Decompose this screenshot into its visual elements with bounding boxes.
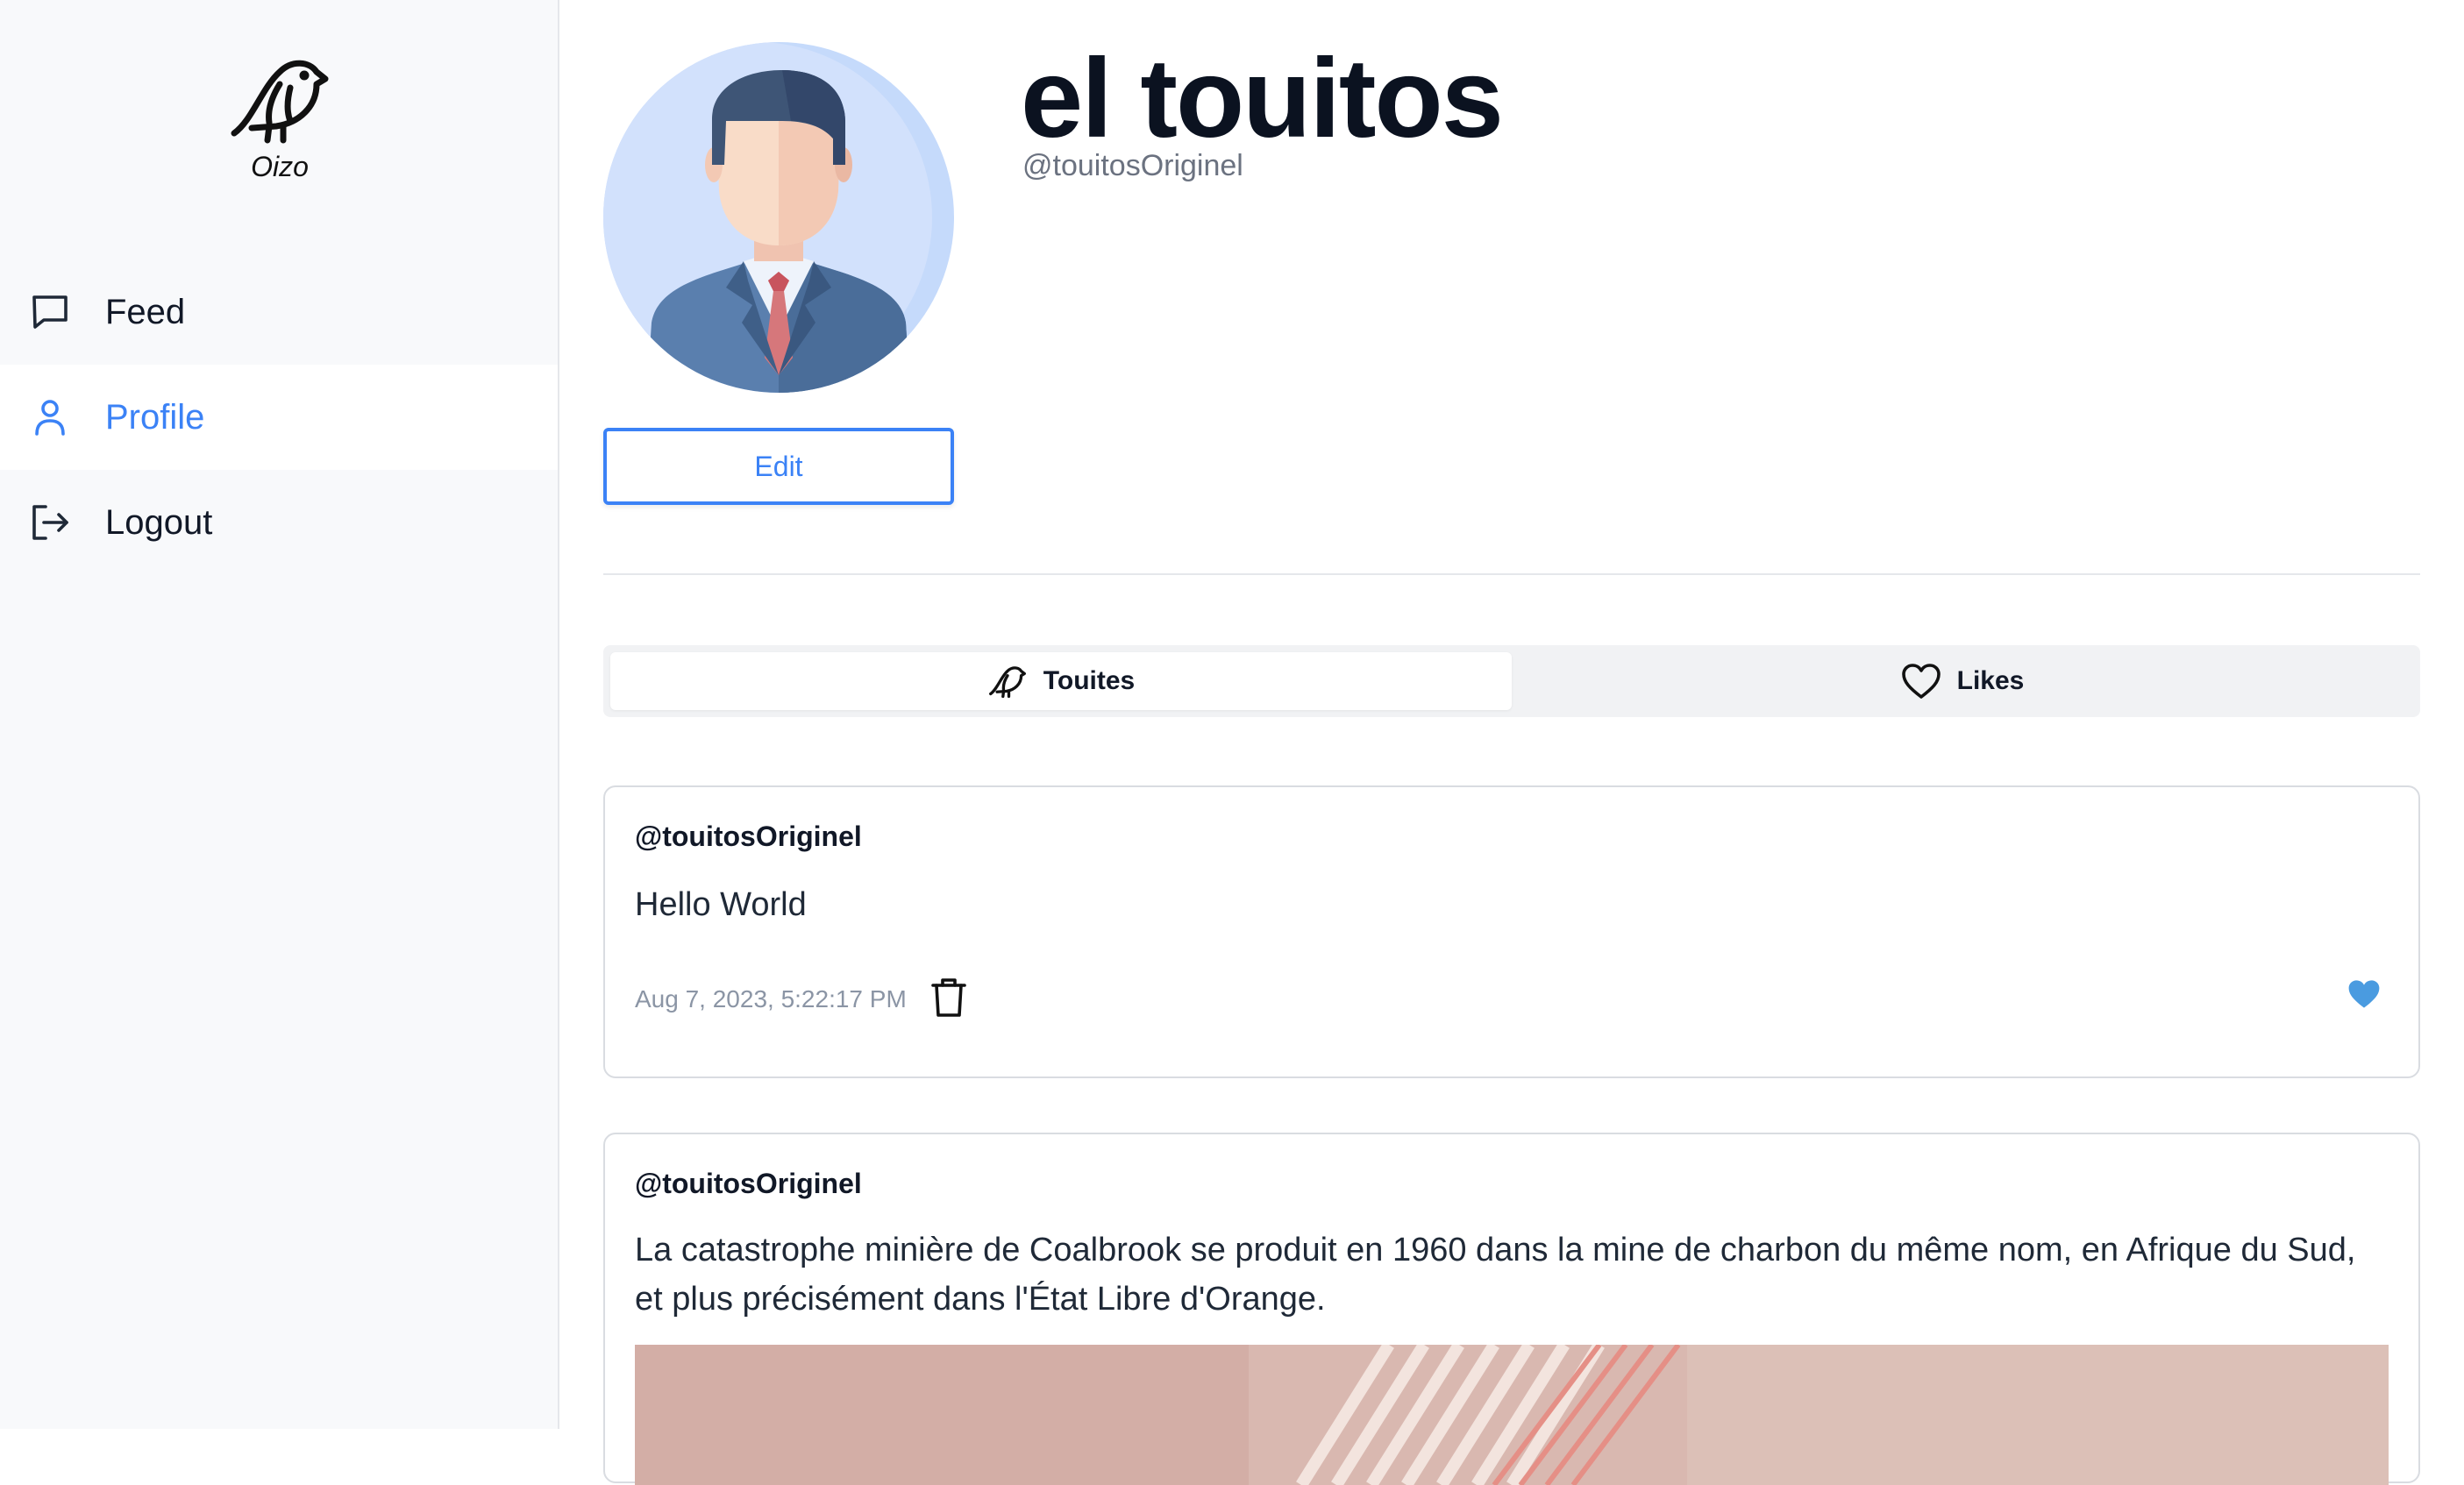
- sidebar-item-profile[interactable]: Profile: [0, 365, 558, 470]
- tab-label: Likes: [1956, 666, 2025, 695]
- post-timestamp: Aug 7, 2023, 5:22:17 PM: [635, 985, 907, 1012]
- avatar: [603, 42, 954, 393]
- sidebar-item-label: Profile: [105, 397, 205, 437]
- post-card: @touitosOriginel Hello World Aug 7, 2023…: [603, 785, 2420, 1078]
- post-image[interactable]: [635, 1345, 2389, 1485]
- bird-logo-icon: [231, 60, 329, 144]
- tab-label: Touites: [1043, 666, 1136, 695]
- sidebar-item-label: Logout: [105, 502, 213, 542]
- post-card: @touitosOriginel La catastrophe minière …: [603, 1133, 2420, 1485]
- sidebar-item-label: Feed: [105, 292, 186, 331]
- logo[interactable]: Oizo: [0, 53, 559, 183]
- sidebar: Oizo Feed Profile Logout: [0, 0, 559, 1429]
- profile-handle: @touitosOriginel: [1022, 149, 1243, 182]
- post-text: Hello World: [635, 886, 807, 923]
- bird-icon: [987, 664, 1028, 699]
- user-icon: [30, 397, 70, 437]
- tab-touites[interactable]: Touites: [610, 652, 1512, 710]
- tab-bar: Touites Likes: [603, 645, 2420, 717]
- liked-heart-icon[interactable]: [2346, 977, 2382, 1012]
- chat-bubble-icon: [30, 292, 70, 332]
- post-text: La catastrophe minière de Coalbrook se p…: [635, 1232, 2356, 1318]
- post-author[interactable]: @touitosOriginel: [635, 821, 862, 853]
- divider: [603, 573, 2420, 575]
- post-author[interactable]: @touitosOriginel: [635, 1168, 862, 1200]
- sidebar-item-logout[interactable]: Logout: [0, 470, 558, 575]
- sidebar-item-feed[interactable]: Feed: [0, 259, 558, 365]
- trash-icon[interactable]: [929, 977, 968, 1019]
- edit-profile-button[interactable]: Edit: [603, 428, 954, 505]
- heart-outline-icon: [1901, 663, 1941, 700]
- page-title: el touitos: [1021, 36, 1504, 161]
- logout-icon: [30, 502, 70, 543]
- logo-text: Oizo: [251, 151, 309, 182]
- tab-likes[interactable]: Likes: [1512, 652, 2413, 710]
